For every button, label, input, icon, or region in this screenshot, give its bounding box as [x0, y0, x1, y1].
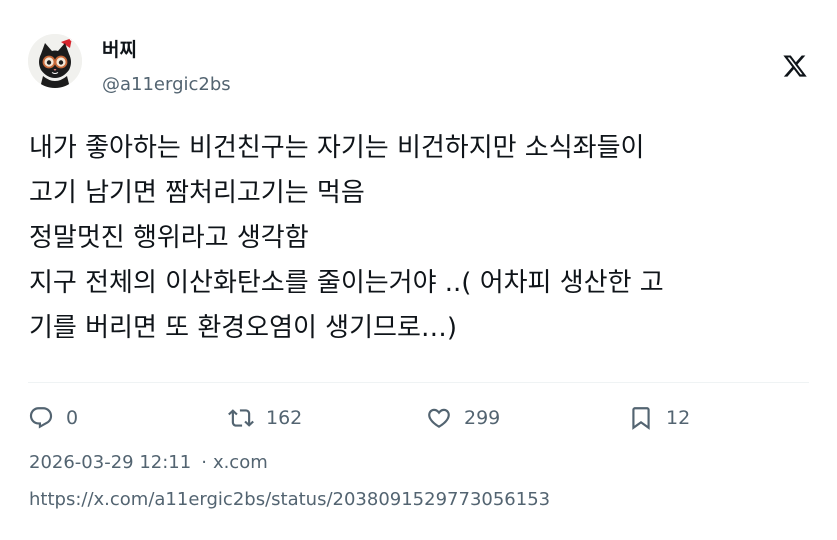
avatar-cat-image: [28, 34, 82, 88]
bookmark-count: 12: [666, 407, 691, 429]
like-count: 299: [464, 407, 501, 429]
meta-separator: ·: [201, 452, 207, 473]
reply-button[interactable]: 0: [28, 403, 78, 433]
like-button[interactable]: 299: [426, 403, 500, 433]
bookmark-button[interactable]: 12: [628, 403, 690, 433]
retweet-count: 162: [266, 407, 303, 429]
heart-icon: [426, 405, 452, 431]
reply-icon: [28, 405, 54, 431]
author-display-name[interactable]: 버찌: [102, 38, 137, 62]
author-handle[interactable]: @a11ergic2bs: [102, 73, 231, 97]
timestamp[interactable]: 2026-03-29 12:11: [29, 452, 191, 473]
x-logo-icon[interactable]: [782, 53, 808, 79]
tweet-meta: 2026-03-29 12:11 · x.com: [29, 451, 268, 475]
divider: [28, 382, 809, 383]
tweet-text: 내가 좋아하는 비건친구는 자기는 비건하지만 소식좌들이 고기 남기면 짬처리…: [29, 133, 664, 343]
retweet-icon: [228, 405, 254, 431]
bookmark-icon: [628, 405, 654, 431]
retweet-button[interactable]: 162: [228, 403, 302, 433]
reply-count: 0: [66, 407, 79, 429]
source-label: x.com: [212, 452, 268, 473]
avatar[interactable]: [28, 34, 82, 88]
tweet-card: 버찌 @a11ergic2bs 내가 좋아하는 비건친구는 자기는 비건하지만 …: [0, 0, 837, 540]
status-url[interactable]: https://x.com/a11ergic2bs/status/2038091…: [29, 488, 550, 512]
